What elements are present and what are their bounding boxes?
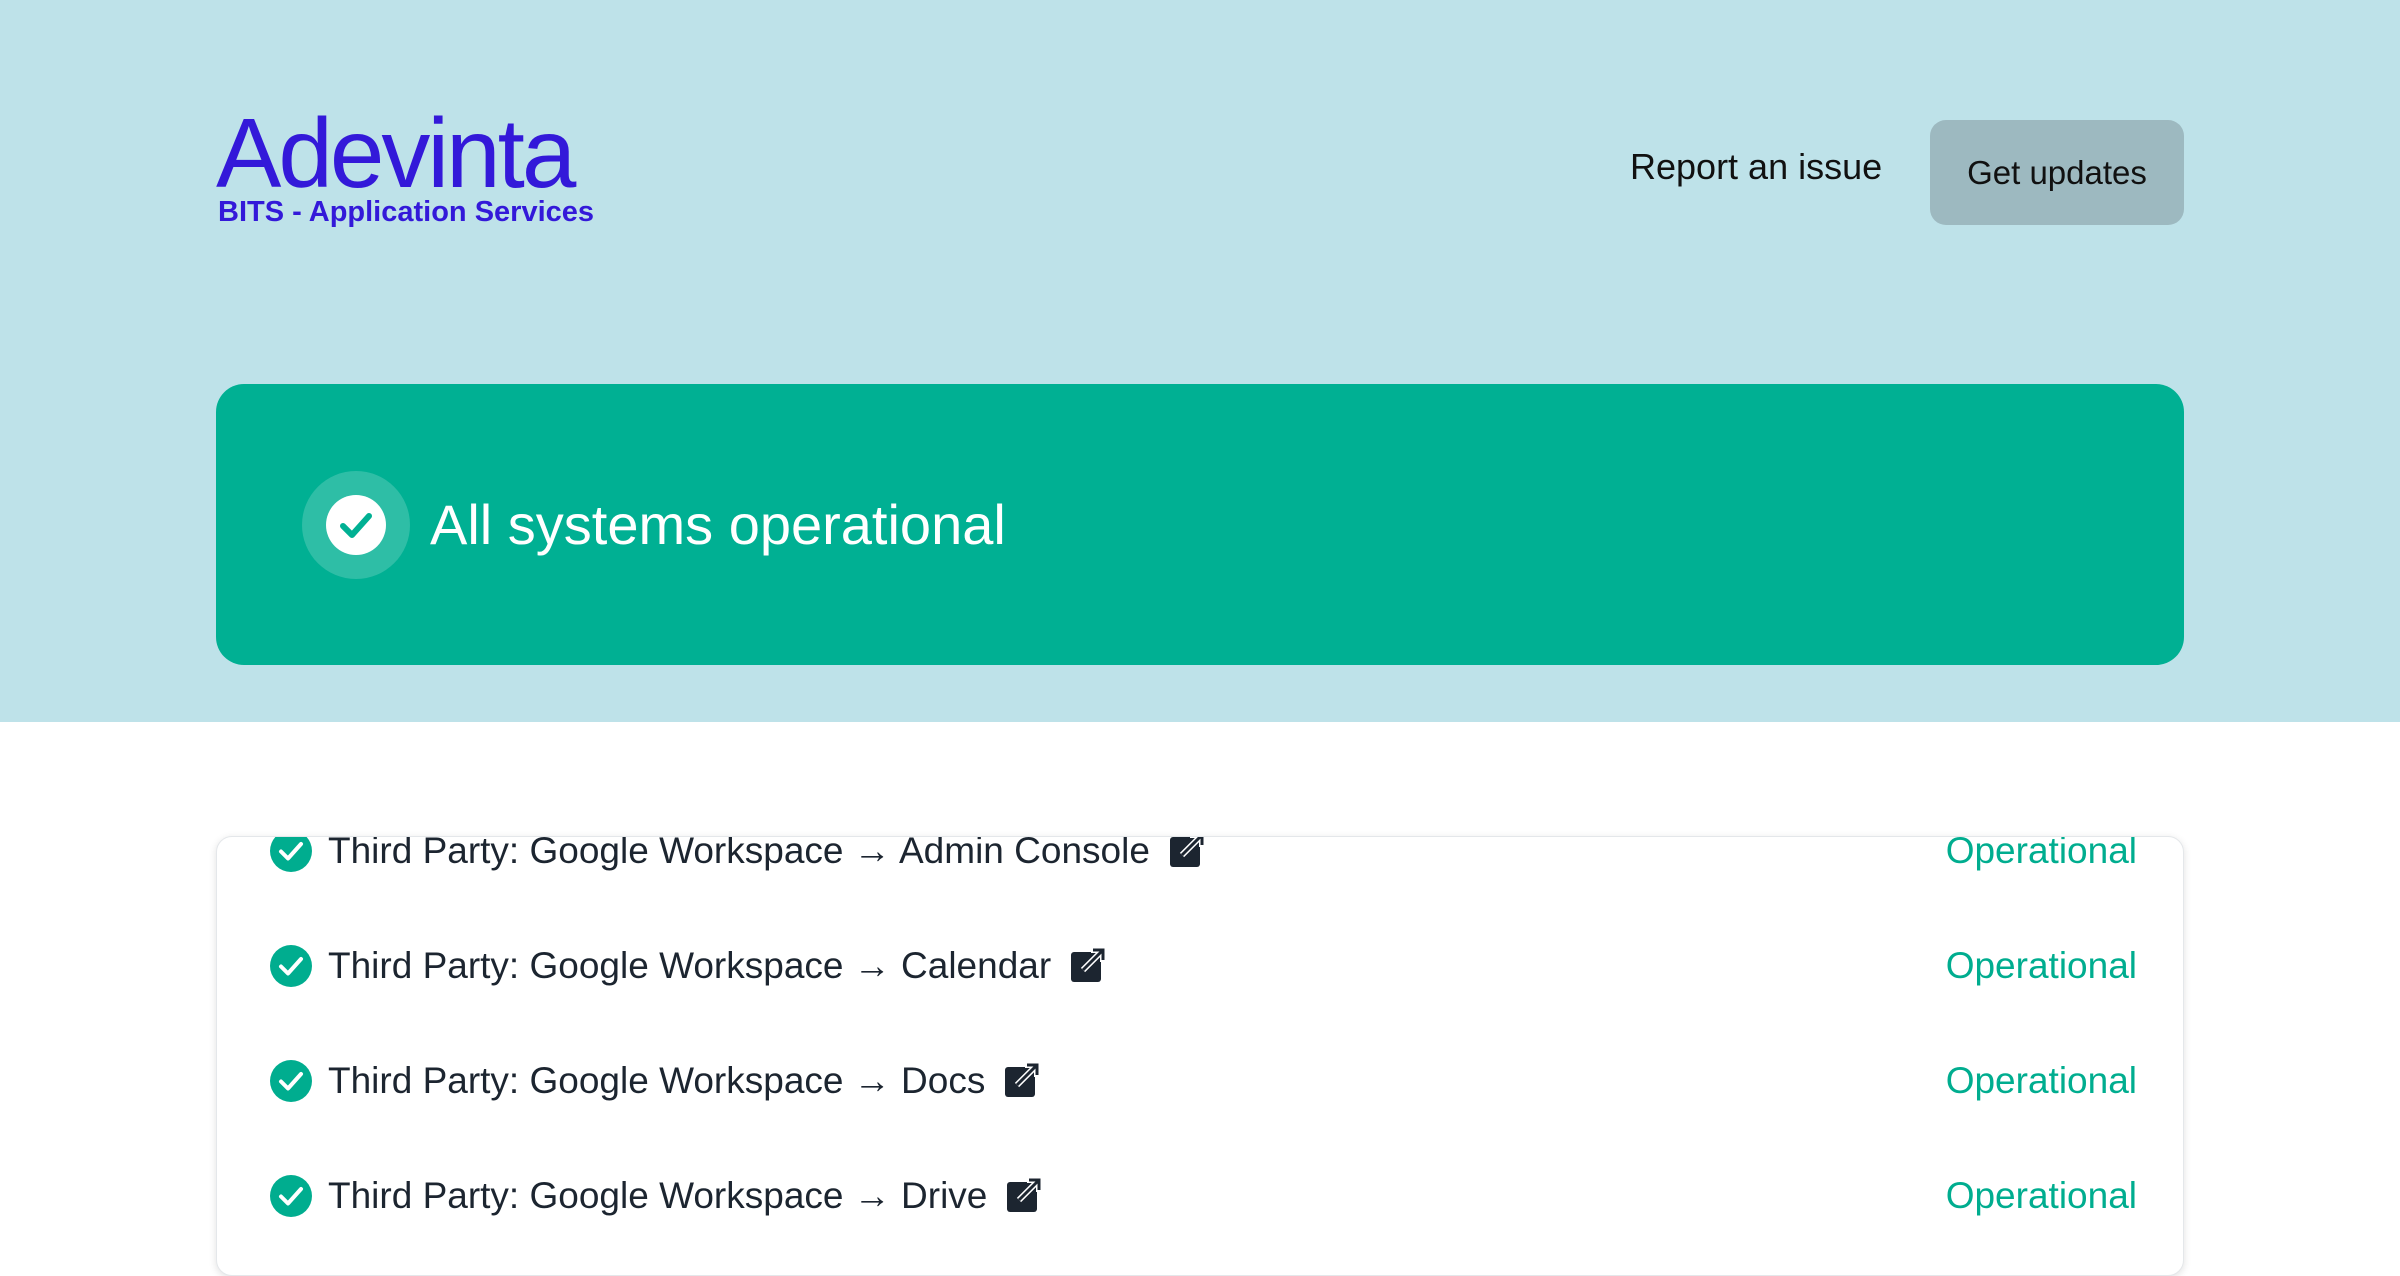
status-summary: All systems operational [430,493,1006,556]
report-issue-link[interactable]: Report an issue [1630,146,1882,188]
get-updates-button[interactable]: Get updates [1930,120,2184,225]
check-circle-icon [270,837,312,872]
component-name-text: Third Party: Google Workspace → Docs [328,1060,986,1101]
external-link-icon[interactable] [1069,946,1107,984]
logo[interactable]: Adevinta BITS - Application Services [216,104,594,236]
component-name-text: Third Party: Google Workspace → Admin Co… [328,836,1150,871]
logo-subtitle: BITS - Application Services [218,196,595,228]
status-banner: All systems operational [216,384,2184,665]
components-list: Third Party: Google Workspace → Admin Co… [216,836,2184,1276]
external-link-icon[interactable] [1003,1061,1041,1099]
hero-section: Adevinta BITS - Application Services Rep… [0,0,2400,722]
component-name: Third Party: Google Workspace → Admin Co… [328,836,1206,872]
check-circle-icon [270,1060,312,1102]
component-row: Third Party: Google Workspace → Docs Ope… [217,1041,2183,1121]
component-status: Operational [1945,1060,2137,1101]
status-icon-ring [302,471,410,579]
component-row: Third Party: Google Workspace → Drive Op… [217,1156,2183,1236]
component-name-text: Third Party: Google Workspace → Drive [328,1175,988,1216]
component-name: Third Party: Google Workspace → Docs [328,1060,1041,1102]
check-circle-icon [270,945,312,987]
logo-wordmark: Adevinta [216,98,576,208]
component-name-text: Third Party: Google Workspace → Calendar [328,945,1052,986]
component-status: Operational [1945,945,2137,986]
component-status: Operational [1945,1175,2137,1216]
component-row: Third Party: Google Workspace → Admin Co… [217,836,2183,891]
component-row: Third Party: Google Workspace → Calendar… [217,926,2183,1006]
check-icon [326,495,386,555]
component-name: Third Party: Google Workspace → Calendar [328,945,1107,987]
component-status: Operational [1945,836,2137,871]
check-circle-icon [270,1175,312,1217]
component-name: Third Party: Google Workspace → Drive [328,1175,1043,1217]
external-link-icon[interactable] [1005,1176,1043,1214]
external-link-icon[interactable] [1168,836,1206,869]
